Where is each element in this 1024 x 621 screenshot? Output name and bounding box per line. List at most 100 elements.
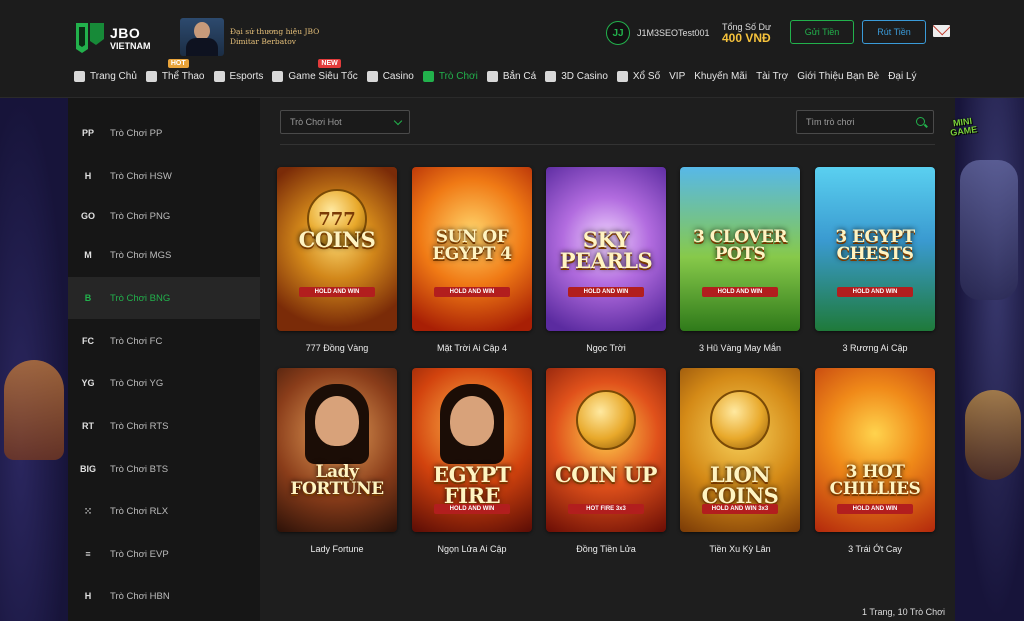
nav-label: Esports	[229, 70, 264, 82]
sidebar-item-label: Trò Chơi EVP	[110, 548, 169, 560]
withdraw-button[interactable]: Rút Tiền	[862, 20, 926, 44]
game-name[interactable]: Lady Fortune	[277, 544, 397, 554]
nav-item-1[interactable]: Thể Thao HOT	[145, 58, 205, 82]
game-thumbnail[interactable]: SKY PEARLS HOLD AND WIN	[546, 167, 666, 331]
new-badge: NEW	[318, 58, 341, 68]
game-name[interactable]: Ngọn Lửa Ai Cập	[412, 544, 532, 554]
game-art-title: SKY PEARLS	[559, 227, 653, 273]
game-thumbnail[interactable]: 777 COINS HOLD AND WIN	[277, 167, 397, 331]
game-category-select[interactable]: Trò Chơi Hot	[280, 110, 410, 134]
mail-icon[interactable]	[933, 25, 950, 37]
game-card[interactable]: 3 CLOVER POTS HOLD AND WIN 3 Hũ Vàng May M…	[680, 167, 800, 353]
nav-label: 3D Casino	[561, 70, 608, 82]
game-card[interactable]: Lady FORTUNE Lady Fortune	[277, 368, 397, 554]
right-warrior-art	[960, 160, 1018, 300]
game-card[interactable]: SKY PEARLS HOLD AND WIN Ngọc Trời	[546, 167, 666, 353]
soccer-ball-icon	[145, 70, 157, 82]
sidebar-item-label: Trò Chơi BTS	[110, 463, 169, 475]
game-thumbnail[interactable]: 3 HOT CHILLIES HOLD AND WIN	[815, 368, 935, 532]
game-card[interactable]: EGYPT FIRE HOLD AND WIN Ngọn Lửa Ai Cập	[412, 368, 532, 554]
evp-logo-icon: ≡	[85, 549, 91, 559]
nav-item-2[interactable]: Esports	[213, 70, 264, 82]
character-face-art	[450, 396, 494, 446]
brand-ambassador-banner[interactable]: Đại sứ thương hiệu JBO Dimitar Berbatov	[180, 18, 320, 56]
game-card[interactable]: 777 COINS HOLD AND WIN 777 Đồng Vàng	[277, 167, 397, 353]
game-name[interactable]: 3 Trái Ớt Cay	[815, 544, 935, 554]
nav-item-0[interactable]: Trang Chủ	[74, 70, 137, 82]
sidebar-item-yg[interactable]: YG Trò Chơi YG	[68, 362, 260, 404]
nav-item-8[interactable]: Xổ Số	[616, 70, 661, 82]
dice-icon	[545, 70, 557, 82]
gold-coin-art	[576, 390, 636, 450]
sidebar-item-png[interactable]: GO Trò Chơi PNG	[68, 195, 260, 237]
game-name[interactable]: 3 Rương Ai Cập	[815, 343, 935, 353]
game-card[interactable]: 3 EGYPT CHESTS HOLD AND WIN 3 Rương Ai Cập	[815, 167, 935, 353]
game-thumbnail[interactable]: Lady FORTUNE	[277, 368, 397, 532]
sidebar-item-evp[interactable]: ≡ Trò Chơi EVP	[68, 533, 260, 575]
jbo-logo-icon	[74, 21, 106, 55]
sidebar-item-label: Trò Chơi FC	[110, 335, 163, 347]
game-card[interactable]: 3 HOT CHILLIES HOLD AND WIN 3 Trái Ớt Cay	[815, 368, 935, 554]
game-thumbnail[interactable]: LION COINS HOLD AND WIN 3x3	[680, 368, 800, 532]
bts-logo-icon: BIG	[79, 464, 96, 474]
game-name[interactable]: Ngọc Trời	[546, 343, 666, 353]
game-thumbnail[interactable]: 3 EGYPT CHESTS HOLD AND WIN	[815, 167, 935, 331]
sidebar-item-mgs[interactable]: M Trò Chơi MGS	[68, 234, 260, 276]
search-icon[interactable]	[916, 117, 925, 126]
nav-label: Xổ Số	[632, 70, 661, 82]
game-art-subtitle: HOLD AND WIN	[434, 504, 510, 514]
character-face-art	[315, 396, 359, 446]
game-thumbnail[interactable]: 3 CLOVER POTS HOLD AND WIN	[680, 167, 800, 331]
game-art-title: SUN OF EGYPT 4	[432, 227, 512, 264]
game-thumbnail[interactable]: SUN OF EGYPT 4 HOLD AND WIN	[412, 167, 532, 331]
game-card[interactable]: COIN UP HOT FIRE 3x3 Đồng Tiền Lửa	[546, 368, 666, 554]
sidebar-item-label: Trò Chơi HBN	[110, 590, 170, 602]
sidebar-item-hsw[interactable]: H Trò Chơi HSW	[68, 155, 260, 197]
sidebar-item-hbn[interactable]: H Trò Chơi HBN	[68, 575, 260, 617]
game-art-subtitle: HOLD AND WIN	[837, 504, 913, 514]
sidebar-item-fc[interactable]: FC Trò Chơi FC	[68, 320, 260, 362]
sidebar-item-rlx[interactable]: ⁙ Trò Chơi RLX	[68, 490, 260, 532]
rlx-logo-icon: ⁙	[84, 505, 92, 516]
game-thumbnail[interactable]: COIN UP HOT FIRE 3x3	[546, 368, 666, 532]
lottery-ball-icon	[616, 70, 628, 82]
nav-item-7[interactable]: 3D Casino	[545, 70, 608, 82]
game-name[interactable]: Đồng Tiền Lửa	[546, 544, 666, 554]
game-name[interactable]: 777 Đồng Vàng	[277, 343, 397, 353]
game-card[interactable]: LION COINS HOLD AND WIN 3x3 Tiền Xu Kỳ Lân	[680, 368, 800, 554]
nav-item-9[interactable]: VIP	[669, 71, 685, 82]
sidebar-item-label: Trò Chơi MGS	[110, 249, 172, 261]
user-profile[interactable]: JJ J1M3SEOTest001	[606, 20, 710, 46]
game-name[interactable]: 3 Hũ Vàng May Mắn	[680, 343, 800, 353]
game-card[interactable]: SUN OF EGYPT 4 HOLD AND WIN Mặt Trời Ai Cậ…	[412, 167, 532, 353]
nav-item-13[interactable]: Đại Lý	[888, 71, 916, 82]
nav-item-4[interactable]: Casino	[366, 70, 414, 82]
game-art-title: COIN UP	[555, 462, 657, 487]
nav-item-5[interactable]: Trò Chơi	[422, 70, 478, 82]
nav-item-6[interactable]: Bắn Cá	[486, 70, 536, 82]
balance-value: 400 VNĐ	[722, 31, 771, 46]
game-thumbnail[interactable]: EGYPT FIRE HOLD AND WIN	[412, 368, 532, 532]
right-character-art	[965, 390, 1021, 480]
game-art-subtitle: HOT FIRE 3x3	[568, 504, 644, 514]
nav-label: Casino	[382, 70, 414, 82]
sidebar-item-bng[interactable]: B Trò Chơi BNG	[68, 277, 260, 319]
nav-item-12[interactable]: Giới Thiệu Bạn Bè	[797, 71, 879, 82]
nav-label: Tài Trợ	[756, 70, 789, 82]
deposit-button[interactable]: Gửi Tiền	[790, 20, 854, 44]
jbo-logo[interactable]: JBO VIETNAM	[74, 19, 160, 57]
nav-item-10[interactable]: Khuyến Mãi	[694, 71, 747, 82]
search-input[interactable]	[806, 117, 911, 127]
user-avatar-icon: JJ	[606, 21, 630, 45]
sidebar-item-rts[interactable]: RT Trò Chơi RTS	[68, 405, 260, 447]
nav-item-11[interactable]: Tài Trợ	[756, 71, 788, 82]
game-name[interactable]: Tiền Xu Kỳ Lân	[680, 544, 800, 554]
ambassador-photo	[180, 18, 224, 56]
sidebar-item-pp[interactable]: PP Trò Chơi PP	[68, 112, 260, 154]
nav-item-3[interactable]: Game Siêu Tốc NEW	[272, 58, 358, 82]
mini-game-button[interactable]: MINI GAME	[942, 115, 986, 150]
game-search[interactable]	[796, 110, 934, 134]
sidebar-item-bts[interactable]: BIG Trò Chơi BTS	[68, 448, 260, 490]
bng-logo-icon: B	[84, 293, 92, 303]
game-name[interactable]: Mặt Trời Ai Cập 4	[412, 343, 532, 353]
